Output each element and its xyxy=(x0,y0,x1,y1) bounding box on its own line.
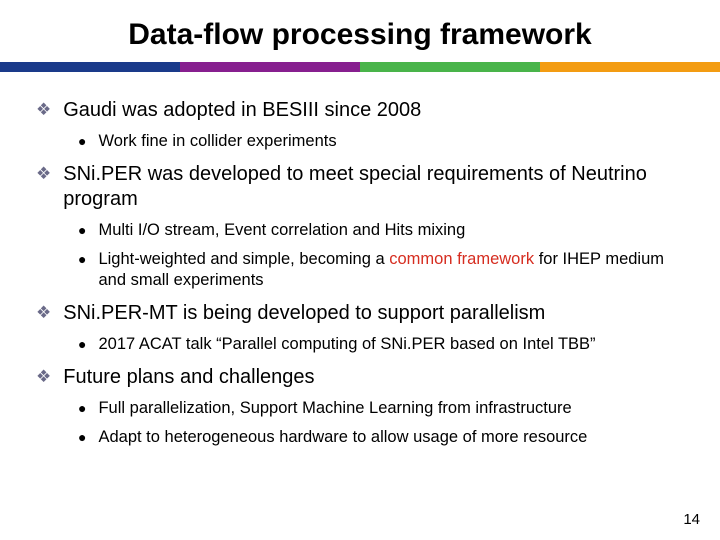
bullet-l2-text: 2017 ACAT talk “Parallel computing of SN… xyxy=(98,334,595,355)
dot-bullet-icon: ● xyxy=(78,427,86,447)
slide-title: Data-flow processing framework xyxy=(0,0,720,62)
bullet-l2-text: Work fine in collider experiments xyxy=(98,131,336,152)
slide-body: ❖ Gaudi was adopted in BESIII since 2008… xyxy=(0,72,720,448)
text-span: Light-weighted and simple, becoming a xyxy=(98,250,389,268)
bullet-l2: ● 2017 ACAT talk “Parallel computing of … xyxy=(78,334,692,355)
stripe-segment xyxy=(540,62,720,72)
bullet-l1: ❖ SNi.PER was developed to meet special … xyxy=(36,162,692,212)
diamond-bullet-icon: ❖ xyxy=(36,365,51,388)
bullet-l2: ● Adapt to heterogeneous hardware to all… xyxy=(78,427,692,448)
bullet-l1: ❖ SNi.PER-MT is being developed to suppo… xyxy=(36,301,692,326)
bullet-l1-text: Future plans and challenges xyxy=(63,365,314,390)
bullet-l2: ● Work fine in collider experiments xyxy=(78,131,692,152)
bullet-l1-text: SNi.PER was developed to meet special re… xyxy=(63,162,692,212)
bullet-l2-text: Adapt to heterogeneous hardware to allow… xyxy=(98,427,587,448)
bullet-l1-text: Gaudi was adopted in BESIII since 2008 xyxy=(63,98,421,123)
bullet-l1-text: SNi.PER-MT is being developed to support… xyxy=(63,301,545,326)
diamond-bullet-icon: ❖ xyxy=(36,162,51,185)
bullet-l2-text: Multi I/O stream, Event correlation and … xyxy=(98,220,465,241)
diamond-bullet-icon: ❖ xyxy=(36,98,51,121)
stripe-segment xyxy=(0,62,180,72)
stripe-segment xyxy=(360,62,540,72)
dot-bullet-icon: ● xyxy=(78,131,86,151)
accent-stripe xyxy=(0,62,720,72)
page-number: 14 xyxy=(683,511,700,528)
bullet-l2: ● Multi I/O stream, Event correlation an… xyxy=(78,220,692,241)
bullet-l2-text: Light-weighted and simple, becoming a co… xyxy=(98,249,692,291)
bullet-l1: ❖ Gaudi was adopted in BESIII since 2008 xyxy=(36,98,692,123)
dot-bullet-icon: ● xyxy=(78,334,86,354)
bullet-l2: ● Full parallelization, Support Machine … xyxy=(78,398,692,419)
dot-bullet-icon: ● xyxy=(78,398,86,418)
highlight-text: common framework xyxy=(389,250,534,268)
slide: Data-flow processing framework ❖ Gaudi w… xyxy=(0,0,720,540)
diamond-bullet-icon: ❖ xyxy=(36,301,51,324)
bullet-l2-text: Full parallelization, Support Machine Le… xyxy=(98,398,571,419)
dot-bullet-icon: ● xyxy=(78,220,86,240)
bullet-l2: ● Light-weighted and simple, becoming a … xyxy=(78,249,692,291)
stripe-segment xyxy=(180,62,360,72)
bullet-l1: ❖ Future plans and challenges xyxy=(36,365,692,390)
dot-bullet-icon: ● xyxy=(78,249,86,269)
